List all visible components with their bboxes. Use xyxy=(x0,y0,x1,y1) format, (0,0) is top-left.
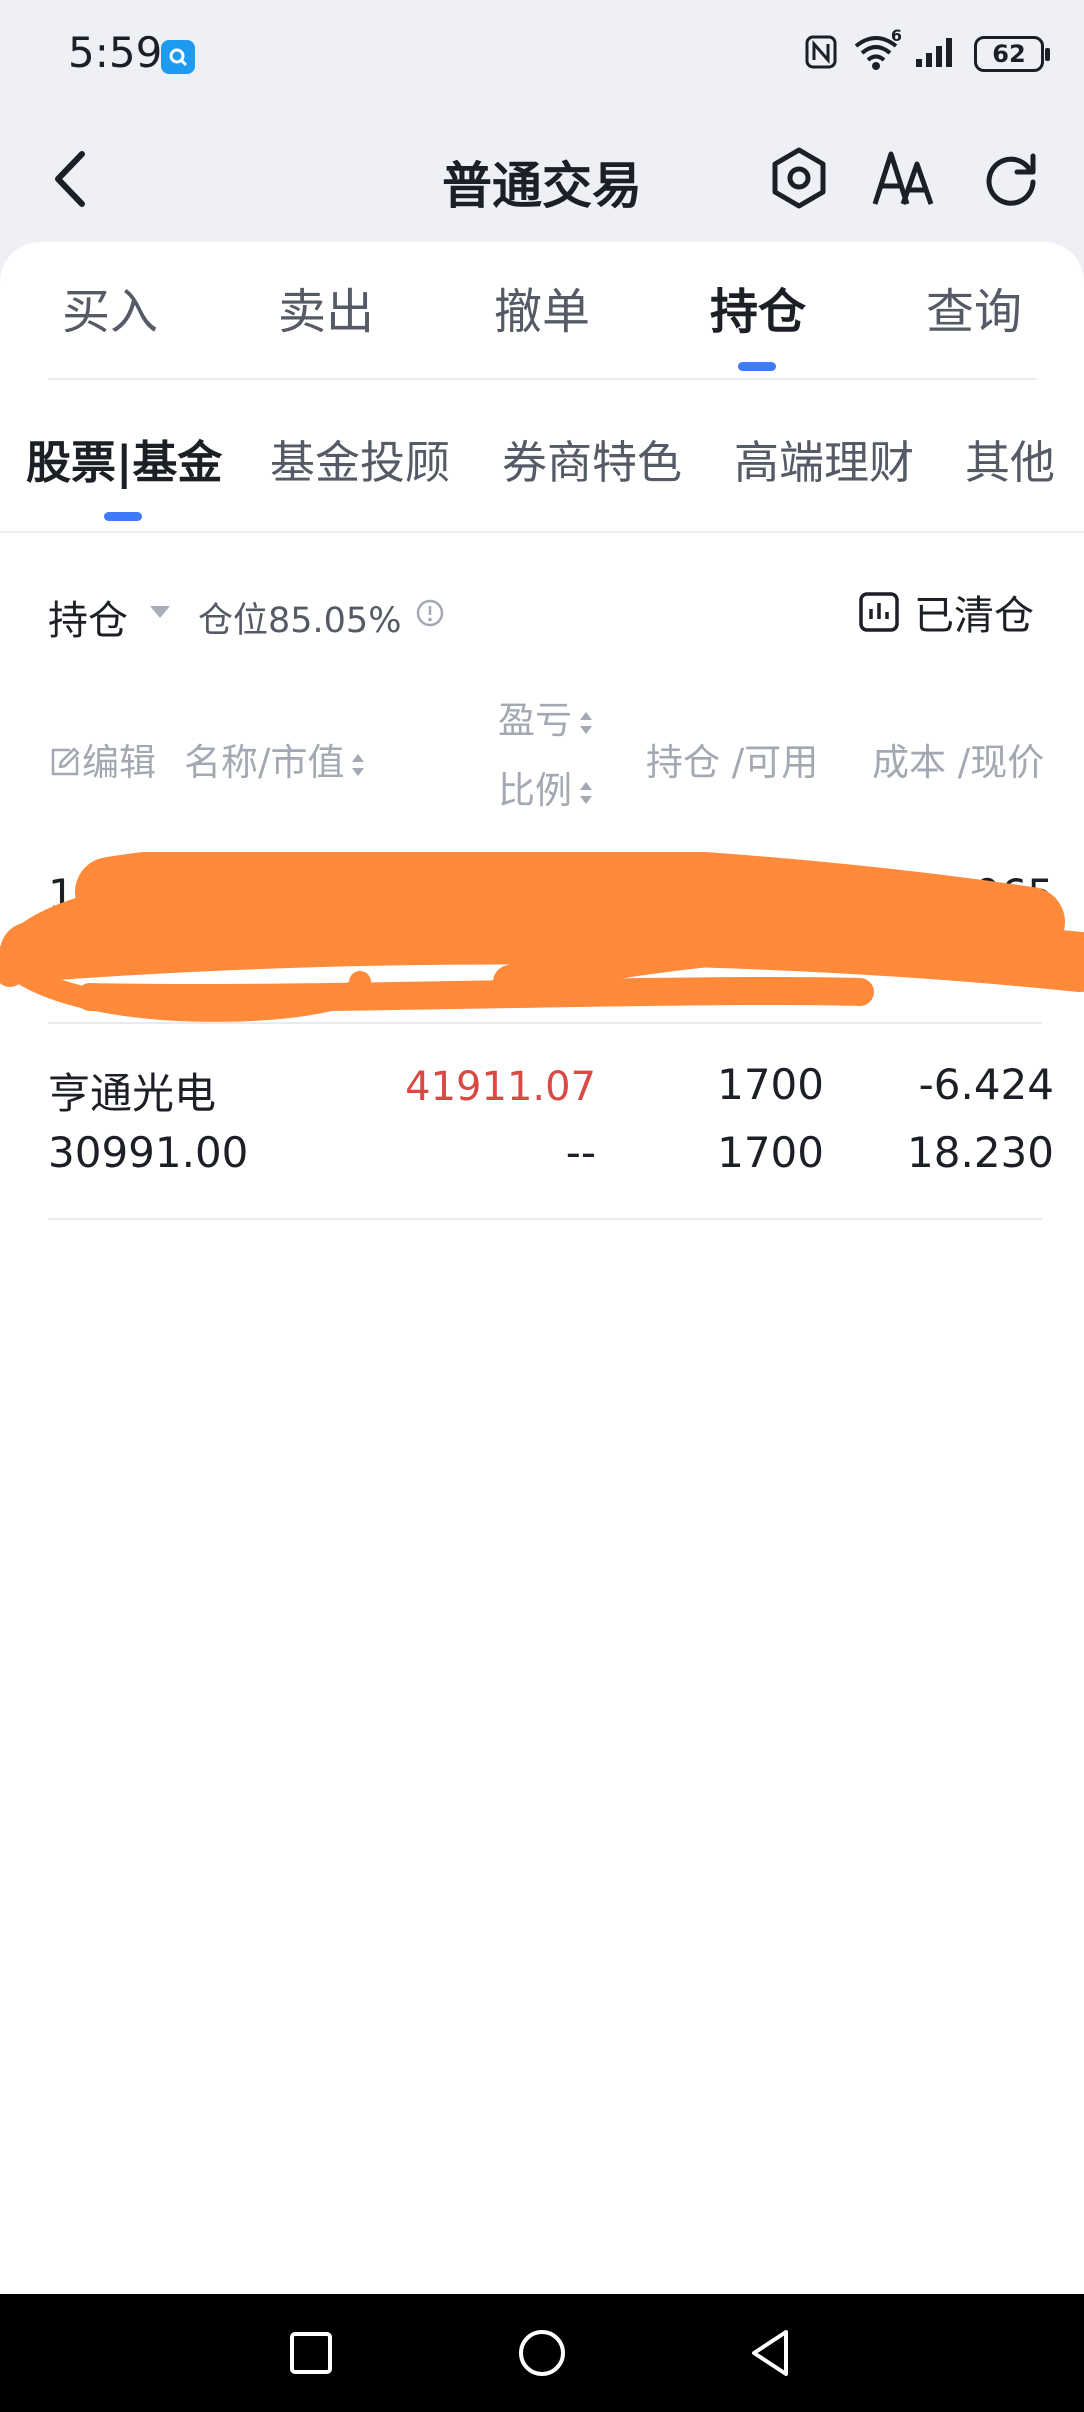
holding-qty: 1700 xyxy=(717,1060,824,1109)
font-size-icon xyxy=(872,151,934,205)
main-tab-bar: 买入 卖出 撤单 持仓 查询 xyxy=(0,272,1084,362)
column-pnl[interactable]: 盈亏 xyxy=(498,690,594,744)
info-icon[interactable] xyxy=(415,598,445,632)
nfc-icon xyxy=(804,34,838,74)
profit-ratio: -- xyxy=(565,1128,596,1177)
tab-buy[interactable]: 买入 xyxy=(62,272,158,342)
tab-cancel[interactable]: 撤单 xyxy=(494,272,590,342)
profit-loss: 41911.07 xyxy=(405,1064,596,1110)
triangle-back-icon xyxy=(752,2330,788,2376)
recents-button[interactable] xyxy=(276,2318,346,2388)
chart-icon xyxy=(859,592,899,632)
table-row[interactable]: 亨通光电 30991.00 41911.07 -- 1700 1700 -6.4… xyxy=(0,1042,1084,1212)
tab-sell[interactable]: 卖出 xyxy=(278,272,374,342)
column-pnl-label: 盈亏 xyxy=(498,699,572,742)
subtab-premium-wealth[interactable]: 高端理财 xyxy=(734,426,914,491)
hexagon-settings-icon xyxy=(772,147,826,209)
status-bar: 5:59 6 62 xyxy=(0,0,1084,110)
status-time: 5:59 xyxy=(68,28,163,77)
tab-active-indicator xyxy=(738,362,776,371)
settings-button[interactable] xyxy=(764,142,834,214)
position-ratio: 仓位85.05% xyxy=(198,601,402,641)
circle-icon xyxy=(519,2330,565,2376)
column-ratio[interactable]: 比例 xyxy=(498,760,594,814)
position-summary: 持仓 仓位85.05% 已清仓 xyxy=(0,572,1084,652)
divider xyxy=(48,378,1036,380)
subtab-other[interactable]: 其他 xyxy=(965,426,1055,491)
home-button[interactable] xyxy=(507,2318,577,2388)
column-name-label: 名称/市值 xyxy=(184,741,345,784)
status-icons: 6 62 xyxy=(804,26,1050,76)
column-cost-price: 成本 /现价 xyxy=(872,741,1045,784)
edit-icon xyxy=(51,747,80,776)
table-row-redacted[interactable]: 1 17 13078 10.065 13.16 xyxy=(0,852,1084,1022)
market-value: 30991.00 xyxy=(48,1128,249,1177)
font-size-button[interactable] xyxy=(868,142,938,214)
dropdown-caret-icon[interactable] xyxy=(150,606,170,618)
signal-icon xyxy=(914,35,960,73)
network-type-label: 6 xyxy=(890,26,902,45)
sub-tab-bar: 股票|基金 基金投顾 券商特色 高端理财 其他 xyxy=(0,426,1084,506)
redaction-scribble xyxy=(0,852,1084,1022)
row-divider xyxy=(48,1022,1042,1024)
column-ratio-label: 比例 xyxy=(498,769,572,812)
current-price: 18.230 xyxy=(907,1128,1054,1177)
edit-button[interactable]: 编辑 xyxy=(48,732,156,786)
cleared-label: 已清仓 xyxy=(914,593,1034,639)
cost-price: -6.424 xyxy=(918,1060,1054,1109)
subtab-active-indicator xyxy=(104,512,142,521)
table-header: 编辑 名称/市值 盈亏 比例 持仓 /可用 成本 /现价 xyxy=(0,682,1084,832)
column-holding-available: 持仓 /可用 xyxy=(646,741,819,784)
battery-indicator: 62 xyxy=(974,36,1050,72)
sort-icon xyxy=(352,753,365,776)
column-name-value[interactable]: 名称/市值 xyxy=(184,732,366,786)
sort-icon xyxy=(580,711,592,734)
refresh-icon xyxy=(986,153,1036,206)
tab-query[interactable]: 查询 xyxy=(926,272,1022,342)
content-card: 买入 卖出 撤单 持仓 查询 股票|基金 基金投顾 券商特色 高端理财 其他 持… xyxy=(0,242,1084,2294)
wifi-icon: 6 xyxy=(852,26,902,76)
position-filter-label[interactable]: 持仓 xyxy=(48,588,128,646)
cleared-positions-button[interactable]: 已清仓 xyxy=(858,582,1034,642)
stock-name: 亨通光电 xyxy=(48,1069,217,1118)
system-nav-bar xyxy=(0,2294,1084,2412)
tab-holdings[interactable]: 持仓 xyxy=(710,272,806,342)
subtab-broker-special[interactable]: 券商特色 xyxy=(502,426,682,491)
search-app-icon xyxy=(161,40,195,74)
title-bar: 普通交易 xyxy=(0,120,1084,240)
divider xyxy=(0,531,1084,533)
back-nav-button[interactable] xyxy=(736,2318,806,2388)
refresh-button[interactable] xyxy=(976,142,1046,214)
battery-level: 62 xyxy=(992,40,1026,68)
subtab-stock-fund[interactable]: 股票|基金 xyxy=(26,426,222,491)
edit-label: 编辑 xyxy=(82,741,156,784)
square-icon xyxy=(290,2332,332,2374)
sort-icon xyxy=(580,781,592,804)
row-divider xyxy=(48,1218,1042,1220)
subtab-fund-advisory[interactable]: 基金投顾 xyxy=(270,426,450,491)
available-qty: 1700 xyxy=(717,1128,824,1177)
